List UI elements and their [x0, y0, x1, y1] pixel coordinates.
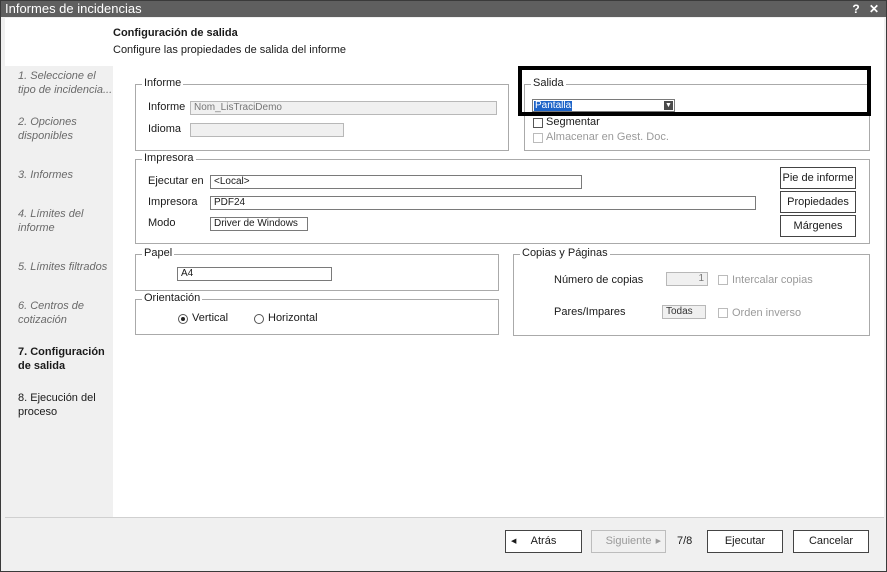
informe-legend: Informe	[142, 77, 184, 89]
orden-inverso-label: Orden inverso	[732, 307, 802, 319]
almacenar-checkbox[interactable]	[533, 133, 543, 143]
copias-legend: Copias y Páginas	[520, 247, 610, 259]
wizard-footer: ◀ Atrás Siguiente ▶ 7/8 Ejecutar Cancela…	[5, 517, 884, 569]
page-indicator: 7/8	[677, 535, 693, 547]
title-bar: Informes de incidencias ? ✕	[1, 1, 886, 17]
step-2[interactable]: 2. Opciones disponibles	[18, 115, 113, 143]
wizard-header: Configuración de salida Configure las pr…	[5, 18, 884, 66]
segmentar-label: Segmentar	[546, 116, 600, 128]
modo-label: Modo	[148, 217, 176, 229]
papel-field[interactable]: A4	[177, 267, 332, 281]
horizontal-label: Horizontal	[268, 312, 318, 324]
pie-de-informe-button[interactable]: Pie de informe	[780, 167, 856, 189]
arrow-left-icon: ◀	[511, 538, 517, 545]
steps-panel: 1. Seleccione el tipo de incidencia... 2…	[5, 66, 113, 517]
step-4[interactable]: 4. Límites del informe	[18, 207, 113, 235]
siguiente-label: Siguiente	[605, 535, 652, 547]
impresora-legend: Impresora	[142, 152, 196, 164]
informe-label: Informe	[148, 101, 186, 113]
papel-legend: Papel	[142, 247, 175, 259]
almacenar-label: Almacenar en Gest. Doc.	[546, 131, 669, 143]
margenes-button[interactable]: Márgenes	[780, 215, 856, 237]
segmentar-checkbox[interactable]	[533, 118, 543, 128]
step-5[interactable]: 5. Límites filtrados	[18, 260, 113, 274]
informe-group: Informe Informe Nom_LisTraciDemo Idioma	[135, 77, 509, 151]
papel-group: Papel A4	[135, 247, 499, 291]
step-6[interactable]: 6. Centros de cotización	[18, 299, 113, 327]
step-3[interactable]: 3. Informes	[18, 168, 113, 182]
close-icon[interactable]: ✕	[867, 1, 881, 17]
step-8[interactable]: 8. Ejecución del proceso	[18, 391, 113, 419]
content-panel: Informe Informe Nom_LisTraciDemo Idioma …	[113, 66, 884, 517]
atras-label: Atrás	[530, 535, 557, 547]
salida-highlight-box	[518, 66, 871, 116]
header-title: Configuración de salida	[113, 27, 238, 39]
numero-copias-label: Número de copias	[554, 274, 644, 286]
impresora-group: Impresora Ejecutar en <Local> Impresora …	[135, 152, 870, 244]
ejecutar-en-field[interactable]: <Local>	[210, 175, 582, 189]
ejecutar-button[interactable]: Ejecutar	[707, 530, 783, 553]
modo-field[interactable]: Driver de Windows	[210, 217, 308, 231]
intercalar-checkbox[interactable]	[718, 275, 728, 285]
radio-selected-dot	[181, 317, 185, 321]
vertical-radio[interactable]	[178, 314, 188, 324]
ejecutar-en-label: Ejecutar en	[148, 175, 204, 187]
propiedades-button[interactable]: Propiedades	[780, 191, 856, 213]
orientacion-legend: Orientación	[142, 292, 203, 304]
intercalar-label: Intercalar copias	[732, 274, 813, 286]
step-7[interactable]: 7. Configuración de salida	[18, 345, 113, 373]
cancelar-button[interactable]: Cancelar	[793, 530, 869, 553]
vertical-label: Vertical	[192, 312, 229, 324]
pares-impares-label: Pares/Impares	[554, 306, 626, 318]
informe-field[interactable]: Nom_LisTraciDemo	[190, 101, 497, 115]
idioma-field[interactable]	[190, 123, 344, 137]
orientacion-group: Orientación Vertical Horizontal	[135, 292, 499, 335]
horizontal-radio[interactable]	[254, 314, 264, 324]
idioma-label: Idioma	[148, 123, 182, 135]
header-subtitle: Configure las propiedades de salida del …	[113, 44, 346, 56]
impresora-label: Impresora	[148, 196, 198, 208]
atras-button[interactable]: ◀ Atrás	[505, 530, 582, 553]
impresora-field[interactable]: PDF24	[210, 196, 756, 210]
siguiente-button[interactable]: Siguiente ▶	[591, 530, 666, 553]
dialog-window: Informes de incidencias ? ✕ Configuració…	[0, 0, 887, 572]
pares-impares-select[interactable]: Todas	[662, 305, 706, 319]
copias-group: Copias y Páginas Número de copias 1 Inte…	[513, 247, 870, 336]
step-1[interactable]: 1. Seleccione el tipo de incidencia...	[18, 69, 113, 97]
window-title: Informes de incidencias	[5, 1, 142, 16]
help-icon[interactable]: ?	[849, 1, 863, 17]
arrow-right-icon: ▶	[655, 538, 661, 545]
orden-inverso-checkbox[interactable]	[718, 308, 728, 318]
numero-copias-field[interactable]: 1	[666, 272, 708, 286]
